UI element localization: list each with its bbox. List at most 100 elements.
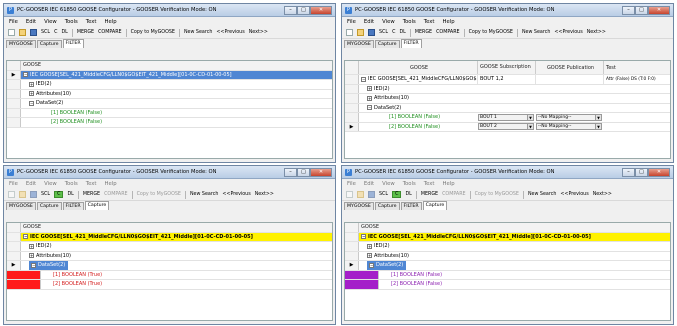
menu-tools[interactable]: Tools <box>65 19 78 25</box>
new-search-button[interactable]: New Search <box>522 30 550 35</box>
open-folder-icon[interactable] <box>19 29 26 36</box>
dl-button[interactable]: DL <box>67 192 73 197</box>
table-row[interactable]: + Attributes(10) <box>7 89 332 99</box>
menu-view[interactable]: View <box>44 19 57 25</box>
tab-capture[interactable]: Capture <box>36 40 62 48</box>
previous-button[interactable]: <<Previous <box>222 192 250 197</box>
save-icon[interactable] <box>30 29 37 36</box>
menu-edit[interactable]: Edit <box>26 19 36 25</box>
new-search-button[interactable]: New Search <box>184 30 212 35</box>
table-row[interactable]: − DataSet(2) <box>345 103 670 113</box>
previous-button[interactable]: <<Previous <box>554 30 582 35</box>
merge-button[interactable]: MERGE <box>421 192 438 197</box>
minimize-button[interactable]: – <box>622 167 635 177</box>
new-file-icon[interactable] <box>346 29 353 36</box>
maximize-button[interactable]: □ <box>635 5 648 15</box>
tab-filter[interactable]: FILTER <box>400 39 422 48</box>
table-row[interactable]: + IED(2) <box>7 80 332 90</box>
minimize-button[interactable]: – <box>622 5 635 15</box>
close-button[interactable]: ✕ <box>648 5 670 15</box>
c-button[interactable]: C <box>54 30 57 35</box>
open-folder-icon[interactable] <box>357 191 364 198</box>
tab-mygoose[interactable]: MYGOOSE <box>6 40 36 48</box>
table-row[interactable]: − IEC GOOSE[SEL_421_MiddleCFG/LLN0$GO$EI… <box>345 232 670 242</box>
tab-mygoose[interactable]: MYGOOSE <box>6 202 36 210</box>
table-row[interactable]: [1] BOOLEAN (True) <box>7 270 332 280</box>
open-folder-icon[interactable] <box>357 29 364 36</box>
close-button[interactable]: ✕ <box>648 167 670 177</box>
table-row[interactable]: + IED(2) <box>7 242 332 252</box>
c-button[interactable]: C <box>392 191 402 198</box>
table-row[interactable]: [2] BOOLEAN (True) <box>7 280 332 290</box>
previous-button[interactable]: <<Previous <box>560 192 588 197</box>
scl-button[interactable]: SCL <box>379 30 388 35</box>
collapse-icon[interactable]: − <box>31 262 36 268</box>
maximize-button[interactable]: □ <box>297 5 310 15</box>
tab-mygoose[interactable]: MYGOOSE <box>344 202 374 210</box>
table-row[interactable]: + IED(2) <box>345 242 670 252</box>
subscription-cell[interactable]: BOUT 1,2 <box>477 75 535 84</box>
menu-help[interactable]: Help <box>443 181 455 187</box>
table-row[interactable]: + Attributes(10) <box>345 94 670 104</box>
merge-button[interactable]: MERGE <box>77 30 94 35</box>
new-search-button[interactable]: New Search <box>190 192 218 197</box>
menu-help[interactable]: Help <box>105 19 117 25</box>
table-row[interactable]: + IED(2) <box>345 84 670 94</box>
expand-icon[interactable]: + <box>29 81 34 87</box>
save-icon[interactable] <box>30 191 37 198</box>
expand-icon[interactable]: + <box>29 253 34 259</box>
menu-file[interactable]: File <box>9 181 18 187</box>
menu-file[interactable]: File <box>347 181 356 187</box>
table-row[interactable]: [1] BOOLEAN (False) <box>7 108 332 118</box>
publication-dropdown-2[interactable]: --No Mapping-- ▼ <box>536 123 602 131</box>
tab-filter[interactable]: FILTER <box>62 39 84 48</box>
subscription-dropdown-1[interactable]: BOUT 1 ▼ <box>478 113 534 121</box>
copy-to-mygoose-button[interactable]: Copy to MyGOOSE <box>131 30 175 35</box>
table-row[interactable]: [1] BOOLEAN (False) BOUT 1 ▼ --No Mapping… <box>345 113 670 123</box>
c-button[interactable]: C <box>392 30 395 35</box>
next-button[interactable]: Next>> <box>249 30 268 35</box>
menu-file[interactable]: File <box>9 19 18 25</box>
new-file-icon[interactable] <box>346 191 353 198</box>
maximize-button[interactable]: □ <box>635 167 648 177</box>
new-search-button[interactable]: New Search <box>528 192 556 197</box>
expand-icon[interactable]: + <box>29 243 34 249</box>
menu-tools[interactable]: Tools <box>65 181 78 187</box>
previous-button[interactable]: <<Previous <box>216 30 244 35</box>
menu-file[interactable]: File <box>347 19 356 25</box>
menu-tools[interactable]: Tools <box>403 181 416 187</box>
expand-icon[interactable]: + <box>367 243 372 249</box>
collapse-icon[interactable]: − <box>369 262 374 268</box>
scl-button[interactable]: SCL <box>41 192 50 197</box>
table-row[interactable]: + Attributes(10) <box>345 251 670 261</box>
menu-text[interactable]: Text <box>86 19 97 25</box>
menu-view[interactable]: View <box>382 19 395 25</box>
tab-capture[interactable]: Capture <box>374 202 400 210</box>
tab-filter[interactable]: FILTER <box>62 202 84 210</box>
dl-button[interactable]: DL <box>405 192 411 197</box>
expand-icon[interactable]: + <box>367 86 372 92</box>
compare-button[interactable]: COMPARE <box>104 192 128 197</box>
compare-button[interactable]: COMPARE <box>436 30 460 35</box>
tab-capture[interactable]: Capture <box>36 202 62 210</box>
new-file-icon[interactable] <box>8 29 15 36</box>
copy-to-mygoose-button[interactable]: Copy to MyGOOSE <box>137 192 181 197</box>
copy-to-mygoose-button[interactable]: Copy to MyGOOSE <box>475 192 519 197</box>
collapse-icon[interactable]: − <box>29 100 34 106</box>
table-row[interactable]: ▶ − IEC GOOSE[SEL_421_MiddleCFG/LLN0$GO$… <box>7 70 332 80</box>
menu-help[interactable]: Help <box>105 181 117 187</box>
collapse-icon[interactable]: − <box>361 76 366 82</box>
expand-icon[interactable]: + <box>367 253 372 259</box>
menu-edit[interactable]: Edit <box>364 19 374 25</box>
open-folder-icon[interactable] <box>19 191 26 198</box>
menu-text[interactable]: Text <box>86 181 97 187</box>
next-button[interactable]: Next>> <box>255 192 274 197</box>
tab-mygoose[interactable]: MYGOOSE <box>344 40 374 48</box>
minimize-button[interactable]: – <box>284 5 297 15</box>
expand-icon[interactable]: + <box>29 91 34 97</box>
next-button[interactable]: Next>> <box>587 30 606 35</box>
menu-help[interactable]: Help <box>443 19 455 25</box>
copy-to-mygoose-button[interactable]: Copy to MyGOOSE <box>469 30 513 35</box>
menu-edit[interactable]: Edit <box>26 181 36 187</box>
table-row[interactable]: [2] BOOLEAN (False) <box>7 118 332 128</box>
